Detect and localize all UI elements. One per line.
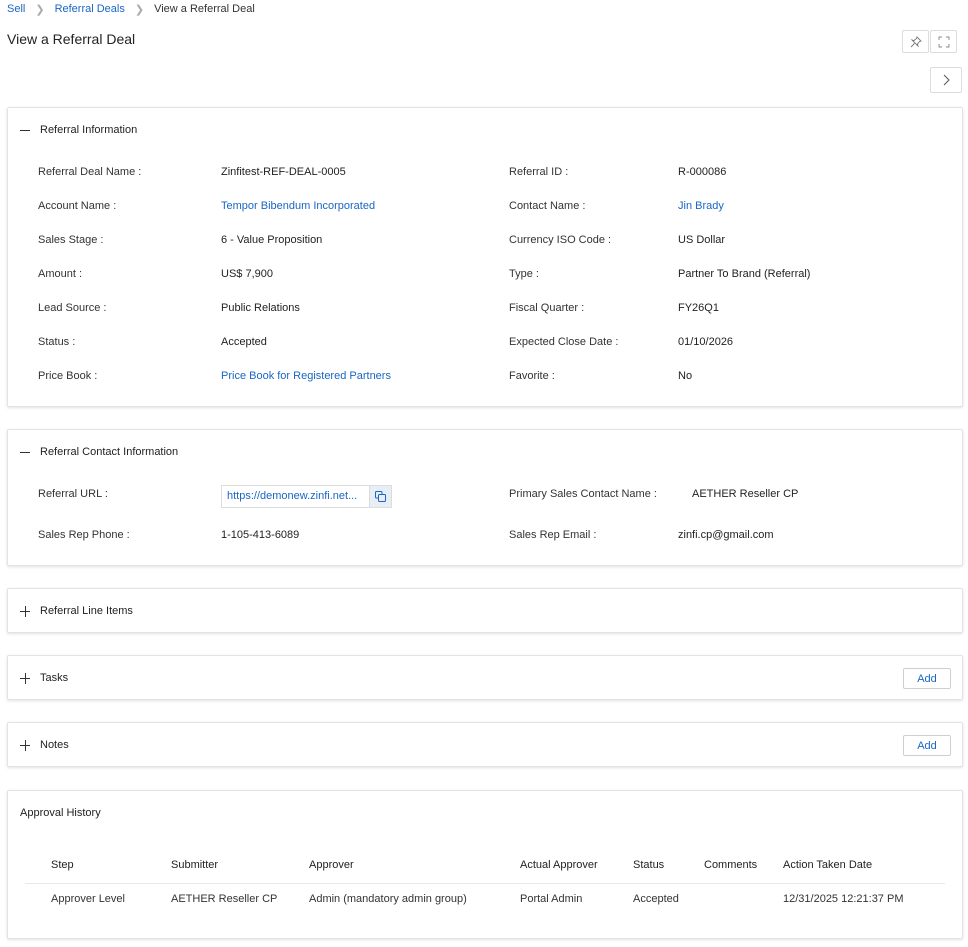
breadcrumb-current: View a Referral Deal <box>154 3 255 15</box>
field-label: Account Name : <box>38 200 117 212</box>
referral-contact-information-header[interactable]: Referral Contact Information <box>20 446 178 458</box>
contact-name-link[interactable]: Jin Brady <box>678 200 724 212</box>
field-label: Status : <box>38 336 76 348</box>
divider <box>25 883 945 884</box>
referral-information-header[interactable]: Referral Information <box>20 124 137 136</box>
approval-history-panel: Approval History Step Submitter Approver… <box>7 790 963 939</box>
field-label: Lead Source : <box>38 302 107 314</box>
tasks-panel: Tasks Add <box>7 655 963 700</box>
copy-button[interactable] <box>369 485 392 508</box>
chevron-right-icon: ❯ <box>35 3 45 16</box>
pin-button[interactable] <box>902 30 929 53</box>
referral-deal-name-value: Zinfitest-REF-DEAL-0005 <box>221 166 346 178</box>
chevron-right-icon <box>943 74 950 86</box>
referral-information-panel: Referral Information Referral Deal Name … <box>7 107 963 407</box>
expand-icon <box>20 672 31 684</box>
field-label: Referral URL : <box>38 488 108 500</box>
tasks-header[interactable]: Tasks <box>20 672 68 684</box>
sales-rep-phone-value: 1-105-413-6089 <box>221 529 300 541</box>
referral-url-field: https://demonew.zinfi.net... <box>221 485 392 508</box>
field-label: Amount : <box>38 268 83 280</box>
type-value: Partner To Brand (Referral) <box>678 268 811 280</box>
next-record-button[interactable] <box>930 67 962 93</box>
field-label: Type : <box>509 268 539 280</box>
add-task-button[interactable]: Add <box>903 668 951 689</box>
lead-source-value: Public Relations <box>221 302 300 314</box>
account-name-link[interactable]: Tempor Bibendum Incorporated <box>221 200 375 212</box>
column-header-comments: Comments <box>704 859 758 871</box>
primary-sales-contact-value: AETHER Reseller CP <box>692 488 799 500</box>
amount-value: US$ 7,900 <box>221 268 273 280</box>
breadcrumb-sell[interactable]: Sell <box>7 3 25 15</box>
fiscal-quarter-value: FY26Q1 <box>678 302 719 314</box>
referral-id-value: R-000086 <box>678 166 727 178</box>
expand-icon <box>20 739 31 751</box>
field-label: Primary Sales Contact Name : <box>509 488 657 500</box>
cell-step: Approver Level <box>51 893 125 905</box>
field-label: Price Book : <box>38 370 98 382</box>
section-title: Notes <box>40 739 69 751</box>
collapse-icon <box>20 447 31 458</box>
field-label: Sales Rep Phone : <box>38 529 130 541</box>
section-title: Referral Line Items <box>40 605 133 617</box>
page-title: View a Referral Deal <box>7 31 136 47</box>
expand-icon <box>20 605 31 617</box>
field-label: Referral Deal Name : <box>38 166 142 178</box>
field-label: Sales Stage : <box>38 234 104 246</box>
cell-actual-approver: Portal Admin <box>520 893 583 905</box>
section-title: Tasks <box>40 672 69 684</box>
approval-history-title: Approval History <box>20 807 101 819</box>
column-header-approver: Approver <box>309 859 354 871</box>
column-header-step: Step <box>51 859 74 871</box>
column-header-submitter: Submitter <box>171 859 219 871</box>
expected-close-date-value: 01/10/2026 <box>678 336 734 348</box>
favorite-value: No <box>678 370 693 382</box>
referral-line-items-panel: Referral Line Items <box>7 588 963 633</box>
column-header-actual-approver: Actual Approver <box>520 859 598 871</box>
breadcrumb-referral-deals[interactable]: Referral Deals <box>55 3 125 15</box>
fullscreen-icon <box>938 36 949 47</box>
copy-icon <box>375 491 386 502</box>
price-book-link[interactable]: Price Book for Registered Partners <box>221 370 391 382</box>
sales-stage-value: 6 - Value Proposition <box>221 234 323 246</box>
field-label: Contact Name : <box>509 200 586 212</box>
referral-line-items-header[interactable]: Referral Line Items <box>20 605 133 617</box>
cell-submitter: AETHER Reseller CP <box>171 893 278 905</box>
column-header-action-taken-date: Action Taken Date <box>783 859 873 871</box>
chevron-right-icon: ❯ <box>134 3 145 16</box>
section-title: Referral Contact Information <box>40 446 179 458</box>
fullscreen-button[interactable] <box>930 30 957 53</box>
currency-value: US Dollar <box>678 234 726 246</box>
cell-status: Accepted <box>633 893 679 905</box>
field-label: Referral ID : <box>509 166 569 178</box>
field-label: Expected Close Date : <box>509 336 619 348</box>
notes-header[interactable]: Notes <box>20 739 69 751</box>
field-label: Fiscal Quarter : <box>509 302 585 314</box>
cell-action-taken-date: 12/31/2025 12:21:37 PM <box>783 893 904 905</box>
cell-approver: Admin (mandatory admin group) <box>309 893 467 905</box>
field-label: Currency ISO Code : <box>509 234 612 246</box>
add-note-button[interactable]: Add <box>903 735 951 756</box>
notes-panel: Notes Add <box>7 722 963 767</box>
referral-contact-information-panel: Referral Contact Information Referral UR… <box>7 429 963 566</box>
section-title: Referral Information <box>40 124 138 136</box>
collapse-icon <box>20 125 31 136</box>
column-header-status: Status <box>633 859 665 871</box>
referral-url-value[interactable]: https://demonew.zinfi.net... <box>221 485 369 508</box>
field-label: Favorite : <box>509 370 555 382</box>
field-label: Sales Rep Email : <box>509 529 597 541</box>
pin-icon <box>910 35 922 47</box>
sales-rep-email-value: zinfi.cp@gmail.com <box>678 529 774 541</box>
breadcrumb: Sell ❯ Referral Deals ❯ View a Referral … <box>7 2 255 16</box>
status-value: Accepted <box>221 336 267 348</box>
